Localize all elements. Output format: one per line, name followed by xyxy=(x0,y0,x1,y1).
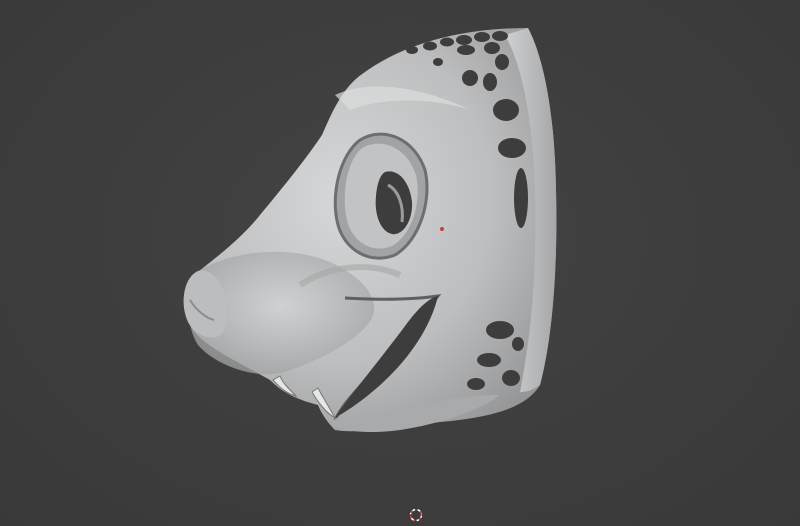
3d-cursor-icon[interactable] xyxy=(409,508,423,522)
3d-viewport[interactable] xyxy=(0,0,800,526)
object-origin-icon xyxy=(440,227,444,231)
mask-model[interactable] xyxy=(0,0,800,526)
